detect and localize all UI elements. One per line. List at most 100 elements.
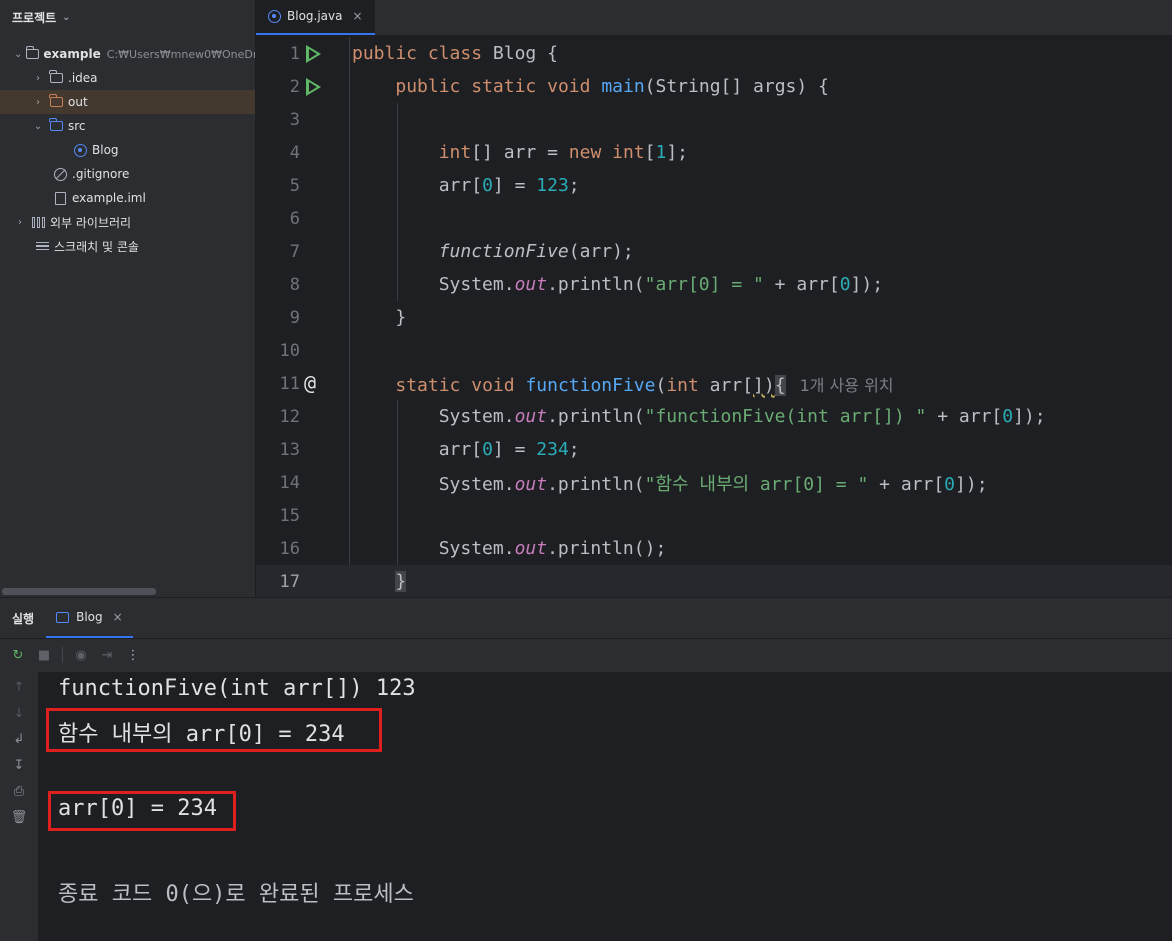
chevron-right-icon[interactable]: › bbox=[32, 97, 44, 108]
line-number: 11 bbox=[279, 373, 300, 394]
arrow-down-icon[interactable]: ↓ bbox=[14, 706, 25, 724]
tree-item-out[interactable]: › out bbox=[0, 90, 255, 114]
code-text: System.out.println("functionFive(int arr… bbox=[438, 406, 1046, 427]
code-text: int[] arr = new int[1]; bbox=[438, 142, 689, 163]
code-line-6[interactable]: 6 bbox=[256, 202, 1172, 235]
line-number: 8 bbox=[289, 274, 300, 295]
code-line-8[interactable]: 8 System.out.println("arr[0] = " + arr[0… bbox=[256, 268, 1172, 301]
tree-item-scratches[interactable]: 스크래치 및 콘솔 bbox=[0, 234, 255, 258]
line-number: 14 bbox=[279, 472, 300, 493]
scroll-to-end-icon[interactable]: ↧ bbox=[14, 758, 25, 776]
arrow-up-icon[interactable]: ↑ bbox=[14, 680, 25, 698]
tree-item-label: example.iml bbox=[72, 191, 146, 205]
code-text: public static void main(String[] args) { bbox=[395, 76, 829, 97]
tree-item-label: out bbox=[68, 95, 88, 109]
tree-item-label: 외부 라이브러리 bbox=[50, 215, 132, 230]
line-number: 16 bbox=[279, 538, 300, 559]
code-line-12[interactable]: 12 System.out.println("functionFive(int … bbox=[256, 400, 1172, 433]
line-number: 7 bbox=[289, 241, 300, 262]
library-icon bbox=[30, 215, 46, 229]
code-text: System.out.println("arr[0] = " + arr[0])… bbox=[438, 274, 884, 295]
tab-run-blog[interactable]: Blog × bbox=[46, 598, 133, 638]
code-line-7[interactable]: 7 functionFive(arr); bbox=[256, 235, 1172, 268]
code-line-17[interactable]: 17 } bbox=[256, 565, 1172, 597]
close-icon[interactable]: × bbox=[113, 610, 123, 624]
line-number: 1 bbox=[289, 43, 300, 64]
tree-item-example[interactable]: ⌄ example C:₩Users₩mnew0₩OneDriv bbox=[0, 42, 255, 66]
java-class-icon bbox=[268, 9, 281, 23]
line-number: 12 bbox=[279, 406, 300, 427]
code-line-14[interactable]: 14 System.out.println("함수 내부의 arr[0] = "… bbox=[256, 466, 1172, 499]
console-output[interactable]: functionFive(int arr[]) 123 함수 내부의 arr[0… bbox=[38, 672, 1172, 941]
code-line-13[interactable]: 13 arr[0] = 234; bbox=[256, 433, 1172, 466]
editor-tab-bar: Blog.java × bbox=[256, 0, 1172, 36]
code-line-2[interactable]: 2 public static void main(String[] args)… bbox=[256, 70, 1172, 103]
code-line-9[interactable]: 9 } bbox=[256, 301, 1172, 334]
close-icon[interactable]: × bbox=[352, 9, 362, 23]
java-class-icon bbox=[72, 143, 88, 157]
line-number: 2 bbox=[289, 76, 300, 97]
camera-icon[interactable]: ◉ bbox=[73, 648, 89, 663]
line-number: 6 bbox=[289, 208, 300, 229]
chevron-right-icon[interactable]: › bbox=[14, 217, 26, 228]
code-line-3[interactable]: 3 bbox=[256, 103, 1172, 136]
tree-item-label: .idea bbox=[68, 71, 98, 85]
more-options-icon[interactable]: ⋮ bbox=[125, 648, 141, 663]
soft-wrap-icon[interactable]: ↲ bbox=[14, 732, 25, 750]
code-text: System.out.println("함수 내부의 arr[0] = " + … bbox=[438, 473, 988, 495]
code-line-11[interactable]: 11 @ static void functionFive(int arr[])… bbox=[256, 367, 1172, 400]
code-line-1[interactable]: 1 public class Blog { bbox=[256, 37, 1172, 70]
tree-item-blog[interactable]: Blog bbox=[0, 138, 255, 162]
trash-icon[interactable]: 🗑 bbox=[11, 810, 28, 828]
chevron-right-icon[interactable]: › bbox=[32, 73, 44, 84]
line-number: 13 bbox=[279, 439, 300, 460]
code-text: System.out.println(); bbox=[438, 538, 667, 559]
chevron-down-icon[interactable]: ⌄ bbox=[62, 12, 70, 23]
folder-icon bbox=[48, 70, 64, 85]
tree-item-label: src bbox=[68, 119, 86, 133]
horizontal-scrollbar[interactable] bbox=[2, 588, 156, 595]
code-text: static void functionFive(int arr[]){1개 사… bbox=[395, 374, 894, 396]
run-icon[interactable] bbox=[306, 78, 321, 96]
tree-item-label: Blog bbox=[92, 143, 119, 157]
tree-item-src[interactable]: ⌄ src bbox=[0, 114, 255, 138]
run-panel-title: 실행 bbox=[12, 611, 35, 626]
usages-hint[interactable]: 1개 사용 위치 bbox=[800, 376, 894, 395]
tree-item-gitignore[interactable]: .gitignore bbox=[0, 162, 255, 186]
console-side-toolbar: ↑ ↓ ↲ ↧ ⎙ 🗑 bbox=[0, 672, 38, 941]
code-line-16[interactable]: 16 System.out.println(); bbox=[256, 532, 1172, 565]
code-line-10[interactable]: 10 bbox=[256, 334, 1172, 367]
line-number: 9 bbox=[289, 307, 300, 328]
code-text: functionFive(arr); bbox=[438, 241, 634, 262]
code-line-15[interactable]: 15 bbox=[256, 499, 1172, 532]
code-line-5[interactable]: 5 arr[0] = 123; bbox=[256, 169, 1172, 202]
highlight-box bbox=[48, 791, 236, 831]
at-sign-icon[interactable]: @ bbox=[304, 371, 316, 395]
code-text: arr[0] = 123; bbox=[438, 175, 580, 196]
scratches-icon bbox=[34, 239, 50, 253]
project-panel-header[interactable]: 프로젝트 ⌄ bbox=[0, 0, 255, 34]
project-panel: 프로젝트 ⌄ ⌄ example C:₩Users₩mnew0₩OneDriv … bbox=[0, 0, 256, 597]
run-toolbar: ↻ ■ ◉ ⇥ ⋮ bbox=[0, 638, 1172, 671]
line-number: 10 bbox=[279, 340, 300, 361]
tree-item-label: 스크래치 및 콘솔 bbox=[54, 239, 139, 254]
folder-source-icon bbox=[48, 118, 64, 133]
stop-icon[interactable]: ■ bbox=[36, 648, 52, 663]
tab-blog-java[interactable]: Blog.java × bbox=[256, 0, 375, 35]
module-folder-icon bbox=[26, 46, 40, 61]
tree-item-idea[interactable]: › .idea bbox=[0, 66, 255, 90]
code-area[interactable]: 1 public class Blog { 2 public static vo… bbox=[256, 37, 1172, 597]
rerun-icon[interactable]: ↻ bbox=[10, 648, 26, 663]
tree-item-external-libraries[interactable]: › 외부 라이브러리 bbox=[0, 210, 255, 234]
exit-icon[interactable]: ⇥ bbox=[99, 648, 115, 663]
line-number: 5 bbox=[289, 175, 300, 196]
tree-item-example-iml[interactable]: example.iml bbox=[0, 186, 255, 210]
code-line-4[interactable]: 4 int[] arr = new int[1]; bbox=[256, 136, 1172, 169]
tree-item-label: .gitignore bbox=[72, 167, 130, 181]
toolbar-separator bbox=[62, 647, 63, 663]
run-icon[interactable] bbox=[306, 45, 321, 63]
line-number: 3 bbox=[289, 109, 300, 130]
print-icon[interactable]: ⎙ bbox=[14, 784, 24, 802]
chevron-down-icon[interactable]: ⌄ bbox=[14, 49, 22, 60]
chevron-down-icon[interactable]: ⌄ bbox=[32, 121, 44, 132]
